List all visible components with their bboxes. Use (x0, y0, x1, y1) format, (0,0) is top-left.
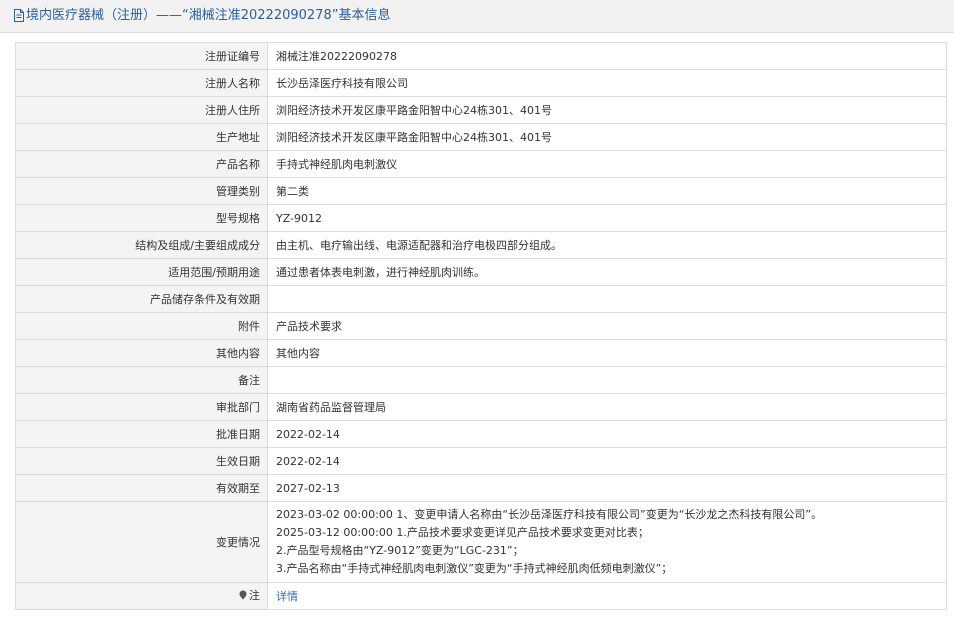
field-value: 通过患者体表电刺激，进行神经肌肉训练。 (267, 258, 947, 286)
field-label: 其他内容 (15, 339, 268, 367)
field-value: 湘械注准20222090278 (267, 42, 947, 70)
document-icon (14, 9, 24, 22)
field-label: 注册人住所 (15, 96, 268, 124)
note-row: 注 详情 (15, 582, 947, 610)
table-row: 批准日期 2022-02-14 (15, 420, 947, 448)
change-history-line: 2025-03-12 00:00:00 1.产品技术要求变更详见产品技术要求变更… (276, 526, 649, 539)
field-label: 注册人名称 (15, 69, 268, 97)
page-title: 境内医疗器械（注册）——“湘械注准20222090278”基本信息 (26, 8, 391, 23)
field-value: 由主机、电疗输出线、电源适配器和治疗电极四部分组成。 (267, 231, 947, 259)
table-row: 审批部门 湖南省药品监督管理局 (15, 393, 947, 421)
field-value: 2027-02-13 (267, 474, 947, 502)
table-row: 结构及组成/主要组成成分 由主机、电疗输出线、电源适配器和治疗电极四部分组成。 (15, 231, 947, 259)
field-value: 浏阳经济技术开发区康平路金阳智中心24栋301、401号 (267, 96, 947, 124)
table-row: 型号规格 YZ-9012 (15, 204, 947, 232)
change-history-line: 2023-03-02 00:00:00 1、变更申请人名称由“长沙岳泽医疗科技有… (276, 508, 823, 521)
change-history-row: 变更情况 2023-03-02 00:00:00 1、变更申请人名称由“长沙岳泽医… (15, 501, 947, 583)
note-label: 注 (249, 588, 260, 602)
field-value (267, 366, 947, 394)
map-pin-icon (239, 590, 247, 600)
field-label: 生效日期 (15, 447, 268, 475)
field-label: 管理类别 (15, 177, 268, 205)
change-history-value: 2023-03-02 00:00:00 1、变更申请人名称由“长沙岳泽医疗科技有… (267, 501, 947, 583)
field-label: 注册证编号 (15, 42, 268, 70)
field-label: 审批部门 (15, 393, 268, 421)
note-value: 详情 (267, 582, 947, 610)
field-label: 备注 (15, 366, 268, 394)
table-row: 注册人住所 浏阳经济技术开发区康平路金阳智中心24栋301、401号 (15, 96, 947, 124)
change-history-line: 3.产品名称由“手持式神经肌肉电刺激仪”变更为“手持式神经肌肉低频电刺激仪”； (276, 562, 673, 575)
field-label: 产品储存条件及有效期 (15, 285, 268, 313)
field-value: 2022-02-14 (267, 420, 947, 448)
change-history-label: 变更情况 (15, 501, 268, 583)
field-label: 产品名称 (15, 150, 268, 178)
field-value: 浏阳经济技术开发区康平路金阳智中心24栋301、401号 (267, 123, 947, 151)
field-value: YZ-9012 (267, 204, 947, 232)
note-label-group: 注 (239, 587, 260, 604)
table-row: 生产地址 浏阳经济技术开发区康平路金阳智中心24栋301、401号 (15, 123, 947, 151)
table-row: 附件 产品技术要求 (15, 312, 947, 340)
field-value: 手持式神经肌肉电刺激仪 (267, 150, 947, 178)
field-label: 型号规格 (15, 204, 268, 232)
table-row: 适用范围/预期用途 通过患者体表电刺激，进行神经肌肉训练。 (15, 258, 947, 286)
field-value: 2022-02-14 (267, 447, 947, 475)
field-label: 结构及组成/主要组成成分 (15, 231, 268, 259)
note-label-cell: 注 (15, 582, 268, 610)
field-value: 湖南省药品监督管理局 (267, 393, 947, 421)
details-link[interactable]: 详情 (276, 590, 298, 603)
field-value: 长沙岳泽医疗科技有限公司 (267, 69, 947, 97)
table-row: 其他内容 其他内容 (15, 339, 947, 367)
field-label: 附件 (15, 312, 268, 340)
field-value: 第二类 (267, 177, 947, 205)
table-row: 产品名称 手持式神经肌肉电刺激仪 (15, 150, 947, 178)
field-label: 批准日期 (15, 420, 268, 448)
table-row: 产品储存条件及有效期 (15, 285, 947, 313)
field-label: 有效期至 (15, 474, 268, 502)
table-row: 注册证编号 湘械注准20222090278 (15, 42, 947, 70)
table-row: 生效日期 2022-02-14 (15, 447, 947, 475)
detail-table: 注册证编号 湘械注准20222090278 注册人名称 长沙岳泽医疗科技有限公司 注册人… (15, 42, 947, 610)
change-history-line: 2.产品型号规格由“YZ-9012”变更为“LGC-231”； (276, 544, 524, 557)
field-value: 其他内容 (267, 339, 947, 367)
detail-page: 境内医疗器械（注册）——“湘械注准20222090278”基本信息 注册证编号湘… (0, 0, 954, 624)
table-row: 备注 (15, 366, 947, 394)
field-value (267, 285, 947, 313)
field-value: 产品技术要求 (267, 312, 947, 340)
title-bar: 境内医疗器械（注册）——“湘械注准20222090278”基本信息 (0, 0, 954, 33)
table-row: 有效期至 2027-02-13 (15, 474, 947, 502)
field-label: 生产地址 (15, 123, 268, 151)
table-row: 管理类别 第二类 (15, 177, 947, 205)
field-label: 适用范围/预期用途 (15, 258, 268, 286)
table-row: 注册人名称 长沙岳泽医疗科技有限公司 (15, 69, 947, 97)
